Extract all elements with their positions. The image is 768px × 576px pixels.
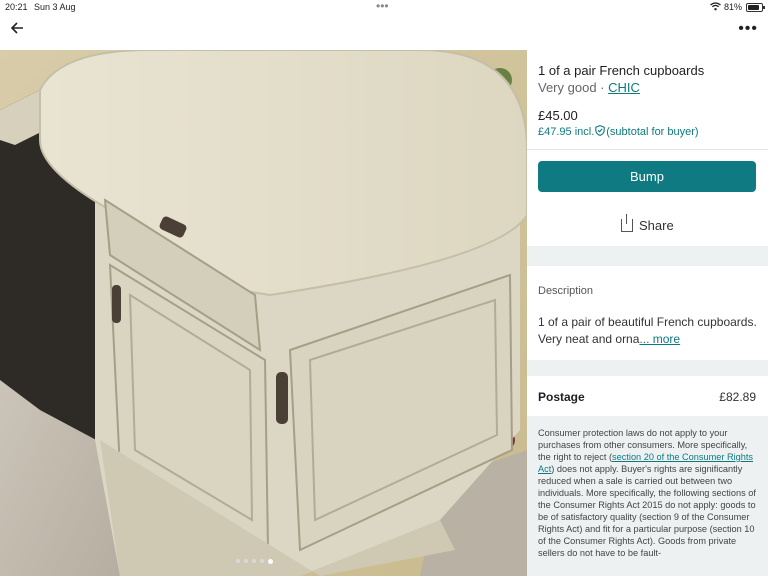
status-bar: 20:21 Sun 3 Aug ••• 81% bbox=[0, 0, 768, 14]
arrow-left-icon[interactable] bbox=[10, 21, 30, 41]
pager-dot[interactable] bbox=[244, 559, 248, 563]
share-button[interactable]: Share bbox=[621, 214, 674, 233]
status-time: 20:21 bbox=[5, 2, 28, 12]
photo-pager[interactable] bbox=[236, 558, 273, 564]
description-text: 1 of a pair of beautiful French cupboard… bbox=[538, 314, 760, 348]
description-heading: Description bbox=[538, 285, 594, 297]
battery-percentage: 81% bbox=[724, 2, 743, 12]
battery-icon bbox=[746, 3, 765, 12]
shield-icon bbox=[595, 125, 606, 136]
description-card: Description 1 of a pair of beautiful Fre… bbox=[527, 266, 768, 360]
postage-label: Postage bbox=[538, 390, 585, 404]
listing-price: £45.00 bbox=[538, 108, 578, 123]
bump-button[interactable]: Bump bbox=[538, 161, 756, 192]
pager-dot[interactable] bbox=[252, 559, 256, 563]
postage-row[interactable]: Postage £82.89 bbox=[527, 376, 768, 416]
listing-title: 1 of a pair French cupboards bbox=[538, 63, 705, 78]
price-incl-label: £47.95 incl. bbox=[538, 126, 595, 138]
multitasking-dots-icon[interactable]: ••• bbox=[376, 0, 389, 13]
condition-separator: · bbox=[600, 80, 605, 95]
pager-dot[interactable] bbox=[260, 559, 264, 563]
consumer-rights-notice: Consumer protection laws do not apply to… bbox=[538, 427, 760, 559]
divider bbox=[527, 149, 768, 150]
pager-dot[interactable] bbox=[236, 559, 240, 563]
brand-link[interactable]: CHIC bbox=[608, 80, 640, 95]
condition-label: Very good bbox=[538, 80, 597, 95]
legal-text-2: ) does not apply. Buyer's rights are sig… bbox=[538, 464, 756, 558]
price-incl-note: (subtotal for buyer) bbox=[606, 126, 699, 138]
buyer-protection-price[interactable]: £47.95 incl. (subtotal for buyer) bbox=[538, 125, 699, 138]
description-more-link[interactable]: ... more bbox=[639, 332, 680, 346]
listing-summary-card: 1 of a pair French cupboards Very good ·… bbox=[527, 50, 768, 246]
wifi-icon bbox=[710, 2, 721, 13]
top-app-bar: ••• bbox=[0, 14, 768, 51]
listing-photo[interactable] bbox=[0, 50, 527, 576]
more-horizontal-icon[interactable]: ••• bbox=[738, 20, 758, 38]
listing-condition: Very good · CHIC bbox=[538, 80, 640, 95]
status-date: Sun 3 Aug bbox=[34, 2, 76, 12]
share-label: Share bbox=[639, 218, 674, 233]
postage-value: £82.89 bbox=[719, 390, 756, 404]
pager-dot[interactable] bbox=[268, 558, 273, 564]
details-panel: 1 of a pair French cupboards Very good ·… bbox=[527, 50, 768, 576]
share-icon bbox=[621, 214, 633, 232]
